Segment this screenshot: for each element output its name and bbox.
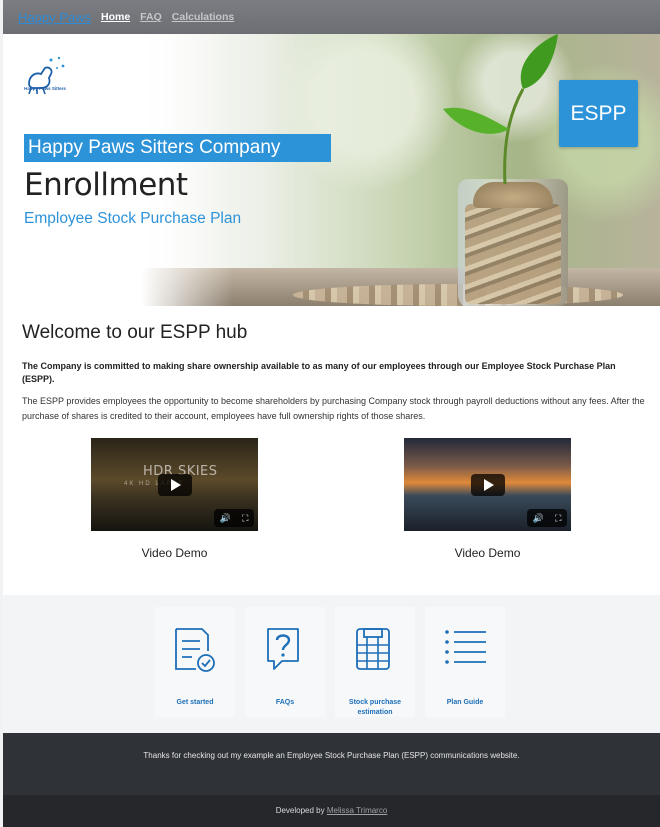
logo-text: Happy Paws Sitters [24,86,66,91]
video-controls: 🔊 ⛶ [214,509,254,527]
hero-subtitle: Employee Stock Purchase Plan [24,210,242,227]
card-get-started[interactable]: Get started [155,607,235,717]
welcome-body-text: The ESPP provides employees the opportun… [22,396,645,421]
question-bubble-icon [267,628,299,670]
card-label: Stock purchase estimation [348,699,402,716]
footer-message-bar: Thanks for checking out my example an Em… [3,733,660,795]
footer-credits-bar: Developed by Melissa Trimarco [3,795,660,827]
author-link[interactable]: Melissa Trimarco [327,806,387,815]
video-player-2[interactable]: 🔊 ⛶ [404,438,571,531]
video-label-1: Video Demo [141,546,208,560]
brand-link[interactable]: Happy Paws [18,10,91,25]
fullscreen-icon[interactable]: ⛶ [242,513,248,524]
volume-icon[interactable]: 🔊 [533,513,544,524]
calculator-icon [356,628,390,670]
developed-by-text: Developed by [275,806,325,815]
hero-title: Enrollment [24,167,188,203]
document-check-icon [175,628,215,672]
hero-banner: Happy Paws Sitters Happy Paws Sitters Co… [3,34,660,306]
welcome-intro-bold: The Company is committed to making share… [22,361,616,384]
footer-credits: Developed by Melissa Trimarco [3,806,660,815]
espp-badge: ESPP [559,80,638,147]
video-controls: 🔊 ⛶ [527,509,567,527]
page: Happy Paws Home FAQ Calculations Happy P… [0,0,660,827]
top-nav: Happy Paws Home FAQ Calculations [3,0,660,34]
happy-paws-logo-icon [28,56,65,95]
nav-link-calculations[interactable]: Calculations [172,11,234,23]
plant-sprout-icon [443,34,558,185]
card-label: Get started [176,699,214,706]
list-icon [445,630,486,664]
card-faqs[interactable]: FAQs [245,607,325,717]
quick-links-section: Get started FAQs Stock purchase estimati… [3,595,660,733]
welcome-title: Welcome to our ESPP hub [22,322,248,343]
jar-coins [465,204,561,304]
card-label: Plan Guide [446,699,484,706]
card-plan-guide[interactable]: Plan Guide [425,607,505,717]
nav-link-home[interactable]: Home [101,11,130,23]
nav-link-faq[interactable]: FAQ [140,11,162,23]
card-label: FAQs [275,699,295,706]
play-button[interactable] [158,474,192,496]
welcome-section: Welcome to our ESPP hub The Company is c… [3,306,660,595]
footer-message: Thanks for checking out my example an Em… [143,751,520,760]
video-player-1[interactable]: HDR SKIES 4K HD LAPSE 🔊 ⛶ [91,438,258,531]
company-name-banner: Happy Paws Sitters Company [24,134,331,162]
video-label-2: Video Demo [454,546,521,560]
play-button[interactable] [471,474,505,496]
fullscreen-icon[interactable]: ⛶ [555,513,561,524]
card-stock-estimation[interactable]: Stock purchase estimation [335,607,415,717]
volume-icon[interactable]: 🔊 [220,513,231,524]
